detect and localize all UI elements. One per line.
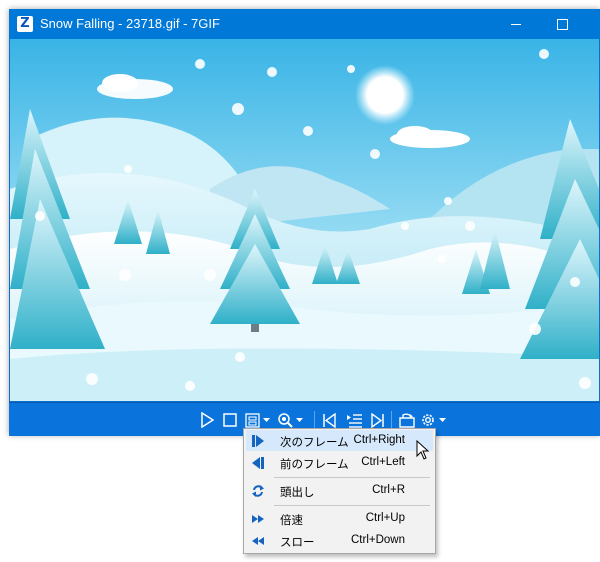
window-title: Snow Falling - 23718.gif - 7GIF	[40, 16, 220, 31]
open-folder-icon	[398, 413, 415, 428]
zoom-button[interactable]	[277, 411, 293, 429]
settings-dropdown[interactable]	[438, 411, 446, 429]
app-icon[interactable]: Z	[17, 16, 33, 32]
toolbar-separator	[391, 411, 392, 429]
frame-list-icon	[346, 413, 362, 428]
slow-icon	[252, 537, 264, 545]
menu-item-shortcut: Ctrl+R	[372, 484, 405, 496]
menu-item-label: 前のフレーム	[280, 459, 349, 471]
title-bar[interactable]: Z Snow Falling - 23718.gif - 7GIF	[9, 9, 600, 39]
frame-save-icon	[244, 412, 260, 428]
menu-separator	[274, 505, 430, 506]
menu-item-label: スロー	[280, 537, 315, 549]
menu-item-label: 倍速	[280, 515, 303, 527]
menu-item-slow[interactable]: スロー Ctrl+Down	[246, 530, 433, 551]
stop-button[interactable]	[222, 411, 238, 429]
menu-item-label: 頭出し	[280, 487, 315, 499]
settings-button[interactable]	[420, 411, 436, 429]
zoom-icon	[278, 413, 293, 428]
snow-scene-image	[10, 39, 599, 401]
minimize-button[interactable]	[493, 9, 539, 39]
menu-separator	[274, 477, 430, 478]
last-frame-icon	[370, 412, 384, 428]
fast-icon	[252, 515, 264, 523]
frame-list-button[interactable]	[345, 411, 363, 429]
mouse-cursor-icon	[416, 440, 430, 460]
dropdown-arrow-icon	[438, 417, 446, 422]
rewind-icon	[252, 485, 264, 497]
minimize-icon	[511, 23, 521, 25]
menu-item-shortcut: Ctrl+Left	[361, 456, 405, 468]
menu-item-shortcut: Ctrl+Up	[365, 512, 405, 524]
menu-item-label: 次のフレーム	[280, 437, 349, 449]
open-folder-button[interactable]	[398, 411, 416, 429]
first-frame-button[interactable]	[321, 411, 337, 429]
next-frame-icon	[252, 435, 264, 447]
frame-context-menu: 次のフレーム Ctrl+Right 前のフレーム Ctrl+Left 頭出し C…	[243, 428, 436, 554]
toolbar-separator	[314, 411, 315, 429]
menu-item-next-frame[interactable]: 次のフレーム Ctrl+Right	[246, 430, 433, 451]
stop-icon	[223, 413, 237, 427]
app-window: Z Snow Falling - 23718.gif - 7GIF	[9, 9, 600, 436]
frame-save-button[interactable]	[244, 411, 260, 429]
play-button[interactable]	[199, 411, 215, 429]
menu-item-rewind[interactable]: 頭出し Ctrl+R	[246, 480, 433, 501]
zoom-dropdown[interactable]	[295, 411, 303, 429]
first-frame-icon	[322, 412, 336, 428]
settings-icon	[422, 414, 434, 426]
menu-item-previous-frame[interactable]: 前のフレーム Ctrl+Left	[246, 452, 433, 473]
menu-item-shortcut: Ctrl+Down	[350, 534, 405, 546]
dropdown-arrow-icon	[262, 417, 270, 422]
maximize-icon	[556, 18, 568, 30]
play-icon	[201, 412, 214, 428]
frame-save-dropdown[interactable]	[262, 411, 270, 429]
last-frame-button[interactable]	[369, 411, 385, 429]
menu-item-fast[interactable]: 倍速 Ctrl+Up	[246, 508, 433, 529]
gif-canvas	[10, 39, 599, 401]
maximize-button[interactable]	[539, 9, 585, 39]
menu-item-shortcut: Ctrl+Right	[353, 434, 405, 446]
dropdown-arrow-icon	[295, 417, 303, 422]
previous-frame-icon	[252, 457, 264, 469]
